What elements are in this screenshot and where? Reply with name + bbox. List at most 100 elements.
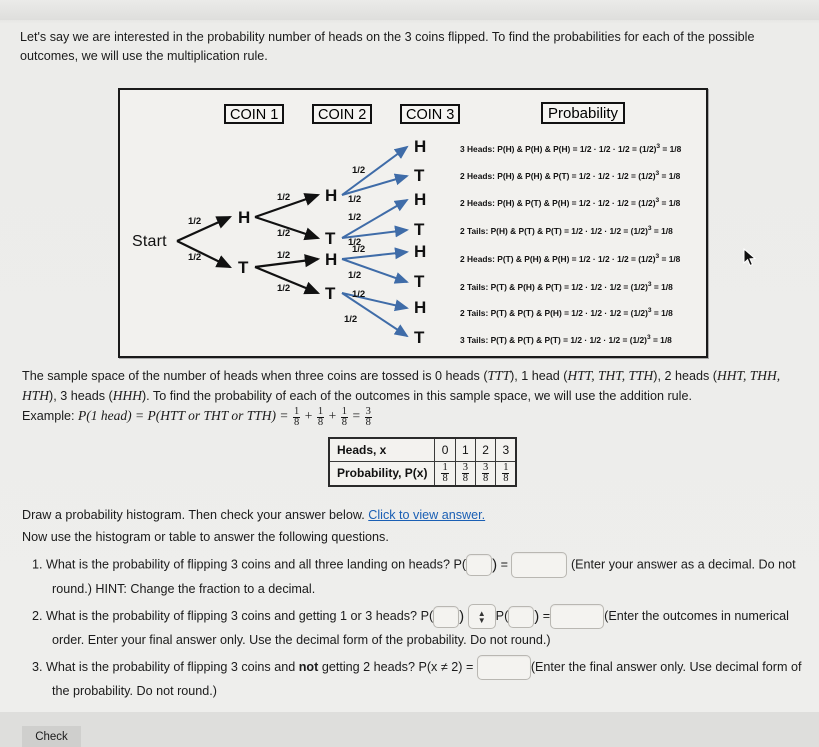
question-2-number: 2. — [32, 609, 43, 623]
table-cell-p-1-num: 3 — [461, 461, 469, 474]
probability-row-0-expr: P(H) & P(H) & P(H) = 1/2 · 1/2 · 1/2 = (… — [497, 143, 657, 154]
question-1-close-paren: ) — [492, 556, 498, 574]
sample-space-paragraph: The sample space of the number of heads … — [22, 366, 810, 428]
question-1-note: (Enter your answer as a decimal. Do not — [570, 557, 796, 572]
probability-row-6-outcome: 2 Tails: — [460, 307, 489, 318]
probability-row-5: 2 Tails: P(T) & P(H) & P(T) = 1/2 · 1/2 … — [460, 280, 673, 292]
question-3-answer-input[interactable] — [476, 655, 531, 681]
sample-space-part4: ), 3 heads ( — [49, 389, 113, 403]
question-3-number: 3. — [32, 660, 43, 674]
table-cell-p-1: 38 — [454, 460, 476, 486]
example-plus-1: + — [304, 408, 313, 423]
probability-row-4-expr: P(T) & P(H) & P(H) = 1/2 · 1/2 · 1/2 = (… — [497, 253, 656, 264]
example-plus-2: + — [328, 408, 337, 423]
sample-space-part5: ). To find the probability of each of th… — [141, 389, 692, 403]
probability-row-3-exp: 3 — [647, 225, 652, 232]
question-1: 1. What is the probability of flipping 3… — [32, 552, 810, 600]
page-root: Let's say we are interested in the proba… — [0, 0, 819, 747]
question-2-operator-select[interactable]: ▲ ▼ — [467, 604, 496, 630]
sample-space-part2: ), 1 head ( — [510, 369, 568, 383]
bottom-strip — [0, 712, 819, 747]
probability-row-6-expr: P(T) & P(T) & P(H) = 1/2 · 1/2 · 1/2 = (… — [490, 307, 648, 318]
edge-label-6: 1/2 — [352, 165, 366, 176]
probability-row-7-exp: 3 — [646, 334, 651, 341]
table-row: Heads, x 0 1 2 3 — [328, 437, 517, 462]
top-strip — [0, 0, 819, 20]
tree-node-l3-7: T — [414, 328, 425, 347]
question-3-note: (Enter the final answer only. Use decima… — [530, 660, 802, 674]
probability-row-0-outcome: 3 Heads: — [460, 143, 495, 154]
mouse-cursor-icon — [743, 248, 757, 267]
tree-node-l3-6: H — [414, 298, 427, 317]
table-cell-p-3-den: 8 — [503, 472, 509, 484]
question-2-note-cont: order. Enter your final answer only. Use… — [52, 633, 551, 648]
probability-row-1: 2 Heads: P(H) & P(H) & P(T) = 1/2 · 1/2 … — [460, 169, 680, 181]
question-1-outcome-input[interactable] — [466, 554, 493, 576]
edge-label-7: 1/2 — [348, 194, 362, 205]
question-2-close-paren-1: ) — [459, 608, 465, 626]
probability-row-2-result: = 1/8 — [661, 197, 681, 208]
table-cell-p-1-den: 8 — [462, 472, 468, 484]
probability-row-3: 2 Tails: P(H) & P(T) & P(T) = 1/2 · 1/2 … — [460, 224, 673, 236]
tree-node-l3-3: T — [414, 220, 425, 239]
edge-label-13: 1/2 — [344, 314, 358, 325]
edge-label-2: 1/2 — [277, 192, 291, 203]
edge-label-0: 1/2 — [188, 216, 202, 227]
probability-row-7: 3 Tails: P(T) & P(T) & P(T) = 1/2 · 1/2 … — [460, 333, 672, 345]
question-3-prompt-a: What is the probability of flipping 3 co… — [46, 660, 299, 674]
intro-paragraph: Let's say we are interested in the proba… — [20, 30, 755, 63]
table-header-probability: Probability, P(x) — [328, 460, 436, 486]
table-cell-x-3: 3 — [495, 437, 517, 462]
example-fraction-2: 18 — [316, 406, 325, 428]
tree-node-l3-5: T — [414, 272, 425, 291]
tree-node-l1-1: T — [238, 258, 249, 277]
probability-row-2-exp: 3 — [655, 197, 660, 204]
probability-row-1-exp: 3 — [655, 170, 660, 177]
tree-node-start: Start — [132, 233, 167, 250]
tree-node-l1-0: H — [238, 208, 251, 227]
table-cell-p-0: 18 — [434, 460, 456, 486]
view-answer-link[interactable]: Click to view answer. — [368, 508, 485, 522]
edge-label-4: 1/2 — [277, 250, 291, 261]
now-use-instruction: Now use the histogram or table to answer… — [22, 530, 389, 544]
probability-row-3-expr: P(H) & P(T) & P(T) = 1/2 · 1/2 · 1/2 = (… — [490, 225, 648, 236]
probability-row-3-outcome: 2 Tails: — [460, 225, 489, 236]
probability-row-4-exp: 3 — [655, 253, 660, 260]
probability-row-7-outcome: 3 Tails: — [460, 334, 489, 345]
question-1-prompt: What is the probability of flipping 3 co… — [46, 557, 467, 572]
sample-space-ttt: TTT — [487, 368, 511, 383]
sample-space-three-head-set: HHH — [112, 388, 142, 403]
probability-row-5-outcome: 2 Tails: — [460, 281, 489, 292]
table-cell-p-0-den: 8 — [442, 472, 448, 484]
probability-row-0-exp: 3 — [656, 143, 661, 150]
probability-row-6: 2 Tails: P(T) & P(T) & P(H) = 1/2 · 1/2 … — [460, 306, 673, 318]
table-cell-p-2-den: 8 — [482, 472, 489, 484]
question-1-answer-input[interactable] — [511, 552, 568, 578]
probability-distribution-table: Heads, x 0 1 2 3 Probability, P(x) 18 38… — [328, 437, 518, 487]
sample-space-part1: The sample space of the number of heads … — [22, 369, 488, 383]
question-2-outcome-input-1[interactable] — [433, 605, 460, 628]
probability-row-4-result: = 1/8 — [661, 253, 681, 264]
probability-tree-figure: COIN 1 COIN 2 COIN 3 Probability Start H… — [118, 88, 708, 358]
table-cell-p-3-num: 1 — [502, 461, 510, 474]
check-button[interactable]: Check — [22, 726, 81, 747]
tree-node-l2-2: H — [325, 250, 338, 269]
probability-row-6-exp: 3 — [647, 307, 652, 314]
probability-row-6-result: = 1/8 — [653, 307, 673, 318]
question-1-note-cont: round.) HINT: Change the fraction to a d… — [52, 582, 316, 596]
probability-row-3-result: = 1/8 — [653, 225, 673, 236]
probability-row-1-result: = 1/8 — [661, 170, 681, 181]
example-fraction-4: 38 — [364, 406, 372, 428]
example-fraction-1: 18 — [293, 406, 301, 428]
table-cell-p-2-num: 3 — [481, 461, 490, 474]
tree-node-l3-4: H — [414, 242, 427, 261]
question-2-mid-label: P( — [495, 609, 509, 623]
question-3: 3. What is the probability of flipping 3… — [32, 655, 810, 702]
question-3-prompt-bold: not — [298, 660, 319, 674]
question-2-outcome-input-2[interactable] — [508, 605, 535, 628]
table-cell-p-0-num: 1 — [441, 461, 449, 474]
probability-row-0-result: = 1/8 — [662, 143, 682, 154]
question-2-answer-input[interactable] — [550, 604, 605, 630]
table-cell-p-3: 18 — [495, 460, 517, 486]
question-2-note: (Enter the outcomes in numerical — [604, 609, 789, 623]
